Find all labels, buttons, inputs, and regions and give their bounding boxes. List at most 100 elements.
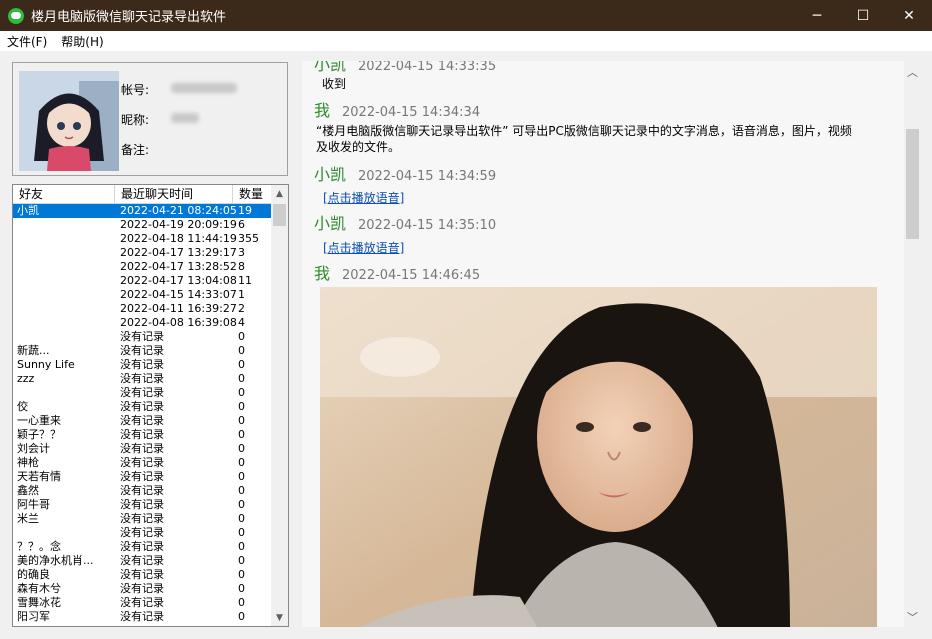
table-row[interactable]: 新蔬... 没有记录 0 (13, 344, 272, 358)
last-chat-time: 2022-04-21 08:24:05 (120, 204, 237, 217)
play-voice-link[interactable]: [点击播放语音] (323, 239, 404, 256)
last-chat-time: 没有记录 (120, 358, 164, 371)
table-row[interactable]: 2022-04-18 11:44:19 355 (13, 232, 272, 246)
menu-help[interactable]: 帮助(H) (54, 33, 110, 50)
message-count: 0 (238, 470, 245, 483)
friend-name (13, 526, 115, 540)
last-chat-time: 没有记录 (120, 442, 164, 455)
last-chat-time: 没有记录 (120, 428, 164, 441)
table-row[interactable]: 没有记录 0 (13, 386, 272, 400)
friend-name: zzz (17, 372, 35, 385)
table-row[interactable]: 2022-04-17 13:28:52 8 (13, 260, 272, 274)
table-row[interactable]: 2022-04-19 20:09:19 6 (13, 218, 272, 232)
table-row[interactable]: 刘会计 没有记录 0 (13, 442, 272, 456)
menu-bar: 文件(F) 帮助(H) (0, 31, 932, 51)
last-chat-time: 2022-04-19 20:09:19 (120, 218, 237, 231)
table-row[interactable]: 神枪 没有记录 0 (13, 456, 272, 470)
last-chat-time: 没有记录 (120, 484, 164, 497)
column-friend[interactable]: 好友 (13, 185, 115, 204)
message-count: 2 (238, 302, 245, 315)
message-time: 2022-04-15 14:46:45 (342, 268, 481, 283)
message-text: 收到 (322, 77, 347, 91)
message-header: 我 2022-04-15 14:34:34 (314, 97, 480, 121)
friend-name: ？？。念 (17, 540, 61, 553)
message-header: 小凯 2022-04-15 14:34:59 (314, 161, 496, 185)
table-row[interactable]: 雪舞冰花 没有记录 0 (13, 596, 272, 610)
table-row[interactable]: ？？。念 没有记录 0 (13, 540, 272, 554)
table-row[interactable]: Sunny Life 没有记录 0 (13, 358, 272, 372)
close-button[interactable]: ✕ (886, 0, 932, 31)
friend-name (13, 232, 115, 246)
message-header: 小凯 2022-04-15 14:35:10 (314, 210, 496, 234)
scroll-thumb[interactable] (906, 129, 919, 239)
list-scrollbar[interactable]: ▲ ▼ (271, 185, 288, 626)
profile-panel: 帐号: 昵称: 备注: (12, 62, 288, 176)
wechat-icon (8, 7, 24, 24)
friend-name (13, 316, 115, 330)
scroll-thumb[interactable] (273, 204, 286, 226)
table-row[interactable]: 2022-04-17 13:29:17 3 (13, 246, 272, 260)
message-count: 0 (238, 498, 245, 511)
table-row[interactable]: 一心重来 没有记录 0 (13, 414, 272, 428)
table-row[interactable]: 颖子？？ 没有记录 0 (13, 428, 272, 442)
table-row[interactable]: 鑫然 没有记录 0 (13, 484, 272, 498)
table-row[interactable]: 佼 没有记录 0 (13, 400, 272, 414)
message-count: 6 (238, 218, 245, 231)
message-count: 0 (238, 526, 245, 539)
minimize-button[interactable]: ─ (794, 0, 840, 31)
last-chat-time: 没有记录 (120, 554, 164, 567)
column-last-chat-time[interactable]: 最近聊天时间 (115, 185, 233, 204)
menu-file[interactable]: 文件(F) (0, 33, 54, 50)
message-time: 2022-04-15 14:33:35 (358, 61, 497, 74)
friend-name: 美的净水机肖... (17, 554, 94, 567)
last-chat-time: 没有记录 (120, 386, 164, 399)
chat-panel: 小凯 2022-04-15 14:33:35 收到 我 2022-04-15 1… (302, 61, 904, 627)
maximize-button[interactable]: ☐ (840, 0, 886, 31)
last-chat-time: 没有记录 (120, 526, 164, 539)
friend-name (13, 218, 115, 232)
last-chat-time: 2022-04-17 13:04:08 (120, 274, 237, 287)
last-chat-time: 没有记录 (120, 400, 164, 413)
scroll-up-icon[interactable]: ▲ (271, 185, 288, 202)
scroll-down-icon[interactable]: ▼ (271, 609, 288, 626)
last-chat-time: 没有记录 (120, 414, 164, 427)
title-bar: 楼月电脑版微信聊天记录导出软件 ─ ☐ ✕ (0, 0, 932, 31)
table-row[interactable]: 美的净水机肖... 没有记录 0 (13, 554, 272, 568)
table-row[interactable]: 2022-04-08 16:39:08 4 (13, 316, 272, 330)
message-count: 0 (238, 400, 245, 413)
friend-name (13, 288, 115, 302)
table-row[interactable]: 没有记录 0 (13, 526, 272, 540)
play-voice-link[interactable]: [点击播放语音] (323, 189, 404, 206)
friend-name (13, 274, 115, 288)
column-count[interactable]: 数量 (233, 185, 272, 204)
table-row[interactable]: zzz 没有记录 0 (13, 372, 272, 386)
friend-name (13, 246, 115, 260)
table-row[interactable]: 森有木兮 没有记录 0 (13, 582, 272, 596)
chat-image[interactable] (320, 287, 877, 627)
table-row[interactable]: 2022-04-17 13:04:08 11 (13, 274, 272, 288)
message-count: 0 (238, 568, 245, 581)
table-row[interactable]: 天若有情 没有记录 0 (13, 470, 272, 484)
last-chat-time: 没有记录 (120, 344, 164, 357)
message-count: 0 (238, 596, 245, 609)
chevron-down-icon[interactable]: ﹀ (904, 608, 921, 625)
friend-name: 阳习军 (17, 610, 50, 623)
table-row[interactable]: 阳习军 没有记录 0 (13, 610, 272, 624)
table-row[interactable]: 米兰 没有记录 0 (13, 512, 272, 526)
chat-scrollbar[interactable]: ︿ ﹀ (904, 61, 921, 627)
table-row[interactable]: 2022-04-11 16:39:27 2 (13, 302, 272, 316)
table-row[interactable]: 阿牛哥 没有记录 0 (13, 498, 272, 512)
nickname-label: 昵称: (121, 113, 150, 127)
message-count: 0 (238, 344, 245, 357)
friend-name (13, 260, 115, 274)
table-row[interactable]: 的确良 没有记录 0 (13, 568, 272, 582)
table-row[interactable]: 小凯 2022-04-21 08:24:05 19 (13, 204, 272, 218)
message-count: 0 (238, 484, 245, 497)
friend-name: 天若有情 (17, 470, 61, 483)
last-chat-time: 没有记录 (120, 330, 164, 343)
chevron-up-icon[interactable]: ︿ (904, 63, 921, 80)
table-row[interactable]: 2022-04-15 14:33:07 1 (13, 288, 272, 302)
table-row[interactable]: 没有记录 0 (13, 330, 272, 344)
message-count: 0 (238, 540, 245, 553)
message-count: 355 (238, 232, 259, 245)
